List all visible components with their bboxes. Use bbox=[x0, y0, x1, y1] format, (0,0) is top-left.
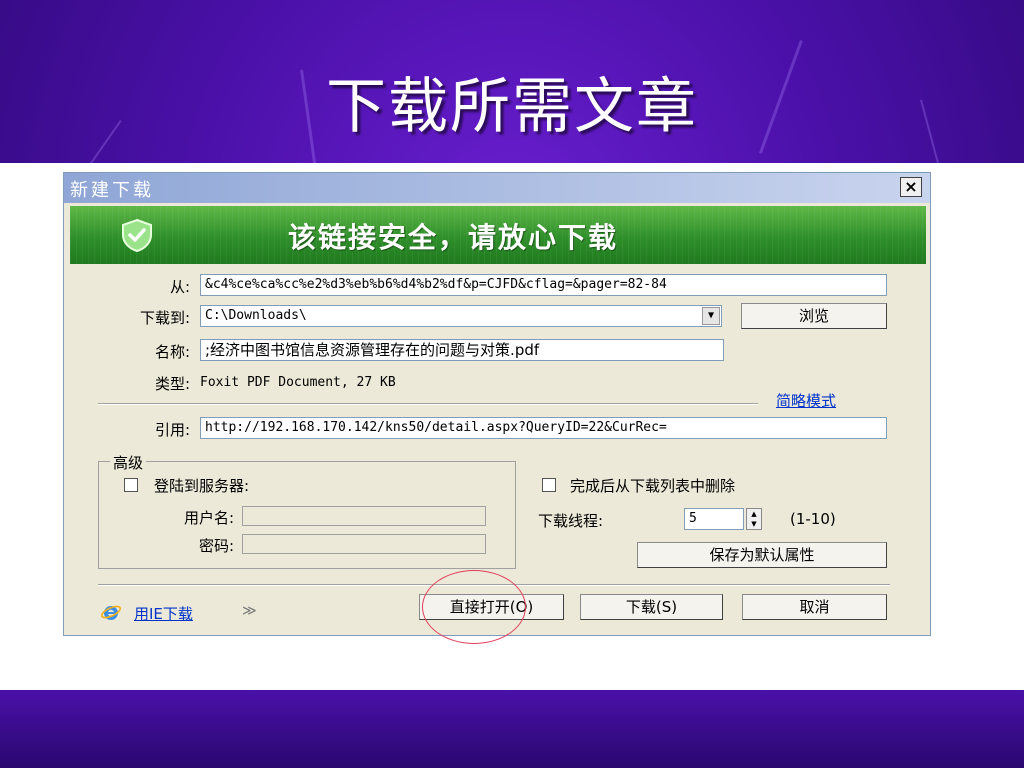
separator bbox=[98, 403, 758, 405]
download-button[interactable]: 下载(S) bbox=[580, 594, 723, 620]
spin-up-icon[interactable]: ▲ bbox=[747, 509, 761, 519]
chevron-down-icon[interactable]: ▼ bbox=[702, 307, 720, 325]
save-to-dropdown[interactable]: C:\Downloads\ ▼ bbox=[200, 305, 722, 327]
threads-label: 下载线程: bbox=[538, 512, 604, 530]
bottom-band bbox=[0, 690, 1024, 768]
name-label: 名称: bbox=[154, 343, 190, 361]
threads-spinner[interactable]: ▲ ▼ bbox=[746, 508, 762, 530]
cancel-button[interactable]: 取消 bbox=[742, 594, 887, 620]
file-name-field[interactable]: ;经济中图书馆信息资源管理存在的问题与对策.pdf bbox=[200, 339, 724, 361]
chevrons-down-icon[interactable]: ≫ bbox=[242, 603, 257, 619]
username-label: 用户名: bbox=[183, 509, 234, 527]
threads-input[interactable]: 5 bbox=[684, 508, 744, 530]
password-label: 密码: bbox=[198, 537, 234, 555]
advanced-legend: 高级 bbox=[110, 452, 147, 473]
dialog-title: 新建下载 bbox=[70, 180, 154, 201]
new-download-dialog: 新建下载 × 该链接安全，请放心下载 从: &c4%ce%ca%cc%e2%d3… bbox=[63, 172, 931, 636]
save-to-value: C:\Downloads\ bbox=[205, 308, 307, 323]
shield-check-icon bbox=[122, 218, 152, 252]
password-input[interactable] bbox=[242, 534, 486, 554]
username-input[interactable] bbox=[242, 506, 486, 526]
file-type-value: Foxit PDF Document, 27 KB bbox=[200, 375, 396, 390]
delete-after-checkbox[interactable] bbox=[542, 478, 556, 492]
safety-banner: 该链接安全，请放心下载 bbox=[70, 206, 926, 264]
browse-button[interactable]: 浏览 bbox=[741, 303, 887, 329]
close-button[interactable]: × bbox=[900, 177, 922, 197]
slide-title: 下载所需文章 bbox=[326, 72, 698, 142]
spin-down-icon[interactable]: ▼ bbox=[747, 519, 761, 529]
threads-range: (1-10) bbox=[790, 510, 836, 528]
referer-url-field[interactable]: http://192.168.170.142/kns50/detail.aspx… bbox=[200, 417, 887, 439]
save-default-button[interactable]: 保存为默认属性 bbox=[637, 542, 887, 568]
login-checkbox[interactable] bbox=[124, 478, 138, 492]
dialog-titlebar: 新建下载 × bbox=[64, 173, 930, 203]
save-to-label: 下载到: bbox=[139, 309, 190, 327]
login-checkbox-label: 登陆到服务器: bbox=[154, 477, 250, 495]
ie-icon bbox=[100, 605, 122, 620]
banner-text: 该链接安全，请放心下载 bbox=[288, 221, 619, 254]
highlight-circle bbox=[422, 570, 526, 644]
simple-mode-link[interactable]: 简略模式 bbox=[776, 390, 836, 411]
from-label: 从: bbox=[169, 278, 190, 296]
referer-label: 引用: bbox=[154, 421, 190, 439]
type-label: 类型: bbox=[154, 375, 190, 393]
from-url-field[interactable]: &c4%ce%ca%cc%e2%d3%eb%b6%d4%b2%df&p=CJFD… bbox=[200, 274, 887, 296]
delete-after-label: 完成后从下载列表中删除 bbox=[570, 477, 736, 495]
ie-download-link[interactable]: 用IE下载 bbox=[134, 603, 193, 624]
